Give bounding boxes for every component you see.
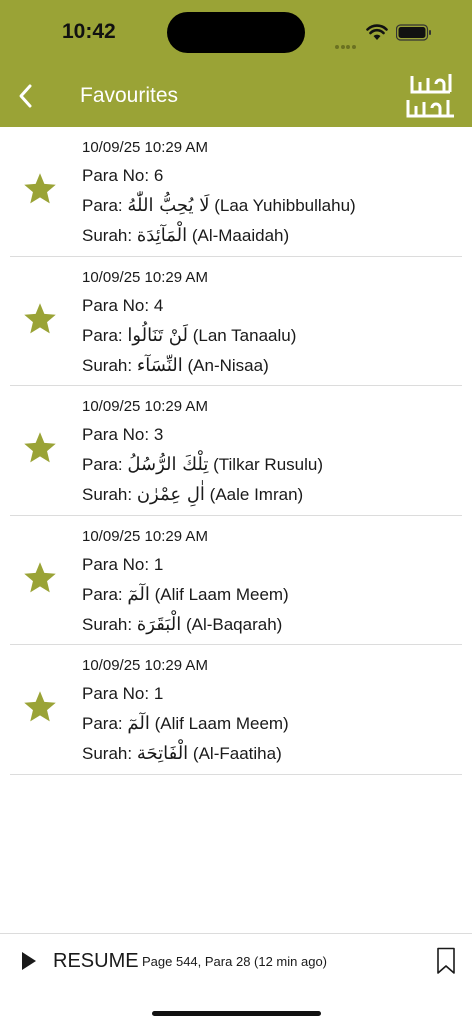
surah-english: (Al-Baqarah) [185,614,283,634]
para-no-label: Para No: [82,295,150,315]
resume-bar: RESUME Page 544, Para 28 (12 min ago) [0,933,472,1024]
para-no-line: Para No: 1 [82,684,163,704]
list-item[interactable]: 10/09/25 10:29 AM Para No: 3 Para: تِلْك… [10,386,462,516]
para-label: Para: [82,325,123,345]
para-no-label: Para No: [82,166,150,185]
surah-line: Surah: الْفَاتِحَة (Al-Faatiha) [82,743,282,764]
para-english: (Laa Yuhibbullahu) [214,196,356,215]
para-arabic: لَنْ تَنَالُوا [127,324,188,346]
surah-line: Surah: الْبَقَرَة (Al-Baqarah) [82,614,282,635]
item-date: 10/09/25 10:29 AM [82,398,208,415]
star-icon[interactable] [22,689,58,725]
para-label: Para: [82,455,123,474]
surah-line: Surah: الْمَآئِدَة (Al-Maaidah) [82,225,289,246]
list-item[interactable]: 10/09/25 10:29 AM Para No: 4 Para: لَنْ … [10,257,462,386]
surah-english: (Al-Maaidah) [191,226,290,245]
surah-label: Surah: [82,485,133,504]
surah-english: (Aale Imran) [209,485,304,504]
para-arabic: الٓمٓ [127,713,150,734]
resume-info: Page 544, Para 28 (12 min ago) [142,954,328,969]
para-no-line: Para No: 4 [82,296,163,316]
para-no-value: 6 [153,166,164,185]
para-label: Para: [82,584,123,604]
page-title: Favourites [80,84,179,107]
wifi-icon [366,24,388,40]
para-no-value: 4 [153,295,164,315]
list-item[interactable]: 10/09/25 10:29 AM Para No: 1 Para: الٓمٓ… [10,645,462,775]
star-icon[interactable] [22,171,58,207]
para-line: Para: لَا يُحِبُّ اللّٰهُ (Laa Yuhibbull… [82,195,356,216]
back-icon[interactable] [12,80,42,112]
surah-label: Surah: [82,355,133,375]
surah-arabic: اٰلِ عِمْرٰن [136,484,205,505]
home-indicator [152,1011,321,1016]
para-english: (Alif Laam Meem) [154,714,289,733]
star-icon[interactable] [22,301,58,337]
para-no-value: 1 [153,554,164,574]
battery-icon [396,24,431,41]
item-date: 10/09/25 10:29 AM [82,657,208,674]
para-no-line: Para No: 3 [82,425,163,445]
surah-arabic: الْبَقَرَة [136,613,182,635]
para-arabic: تِلْكَ الرُّسُلُ [127,454,209,475]
para-label: Para: [82,196,123,215]
list-item[interactable]: 10/09/25 10:29 AM Para No: 6 Para: لَا ي… [10,127,462,257]
para-no-line: Para No: 1 [82,555,163,575]
status-time: 10:42 [62,20,116,43]
bookmark-icon[interactable] [436,947,456,975]
para-english: (Alif Laam Meem) [154,584,289,604]
para-line: Para: الٓمٓ (Alif Laam Meem) [82,713,289,734]
surah-english: (Al-Faatiha) [192,744,282,763]
logo [406,74,454,118]
star-icon[interactable] [22,430,58,466]
favourites-list: 10/09/25 10:29 AM Para No: 6 Para: لَا ي… [10,127,462,775]
item-date: 10/09/25 10:29 AM [82,268,208,286]
para-english: (Lan Tanaalu) [192,325,297,345]
resume-button[interactable]: RESUME [53,950,139,973]
para-line: Para: تِلْكَ الرُّسُلُ (Tilkar Rusulu) [82,454,323,475]
star-icon[interactable] [22,560,58,596]
surah-label: Surah: [82,226,133,245]
para-no-label: Para No: [82,425,150,444]
app-header: 10:42 Favourites [0,0,472,127]
para-label: Para: [82,714,123,733]
para-no-label: Para No: [82,554,150,574]
para-english: (Tilkar Rusulu) [213,455,323,474]
surah-line: Surah: اٰلِ عِمْرٰن (Aale Imran) [82,484,303,505]
surah-label: Surah: [82,614,133,634]
item-date: 10/09/25 10:29 AM [82,139,208,156]
surah-arabic: النِّسَآء [136,354,183,376]
para-line: Para: لَنْ تَنَالُوا (Lan Tanaalu) [82,325,296,346]
status-bar: 10:42 [0,0,472,64]
para-no-label: Para No: [82,684,150,703]
surah-line: Surah: النِّسَآء (An-Nisaa) [82,355,269,376]
para-no-value: 3 [153,425,164,444]
para-arabic: لَا يُحِبُّ اللّٰهُ [127,195,210,216]
para-line: Para: الٓمٓ (Alif Laam Meem) [82,584,289,605]
para-arabic: الٓمٓ [127,583,150,605]
list-item[interactable]: 10/09/25 10:29 AM Para No: 1 Para: الٓمٓ… [10,516,462,645]
play-icon[interactable] [20,950,38,972]
para-no-line: Para No: 6 [82,166,163,186]
surah-english: (An-Nisaa) [187,355,269,375]
para-no-value: 1 [153,684,164,703]
surah-arabic: الْمَآئِدَة [136,225,188,246]
surah-arabic: الْفَاتِحَة [136,743,189,764]
item-date: 10/09/25 10:29 AM [82,527,208,545]
signal-icon [335,36,359,49]
dynamic-island [167,12,305,53]
surah-label: Surah: [82,744,133,763]
